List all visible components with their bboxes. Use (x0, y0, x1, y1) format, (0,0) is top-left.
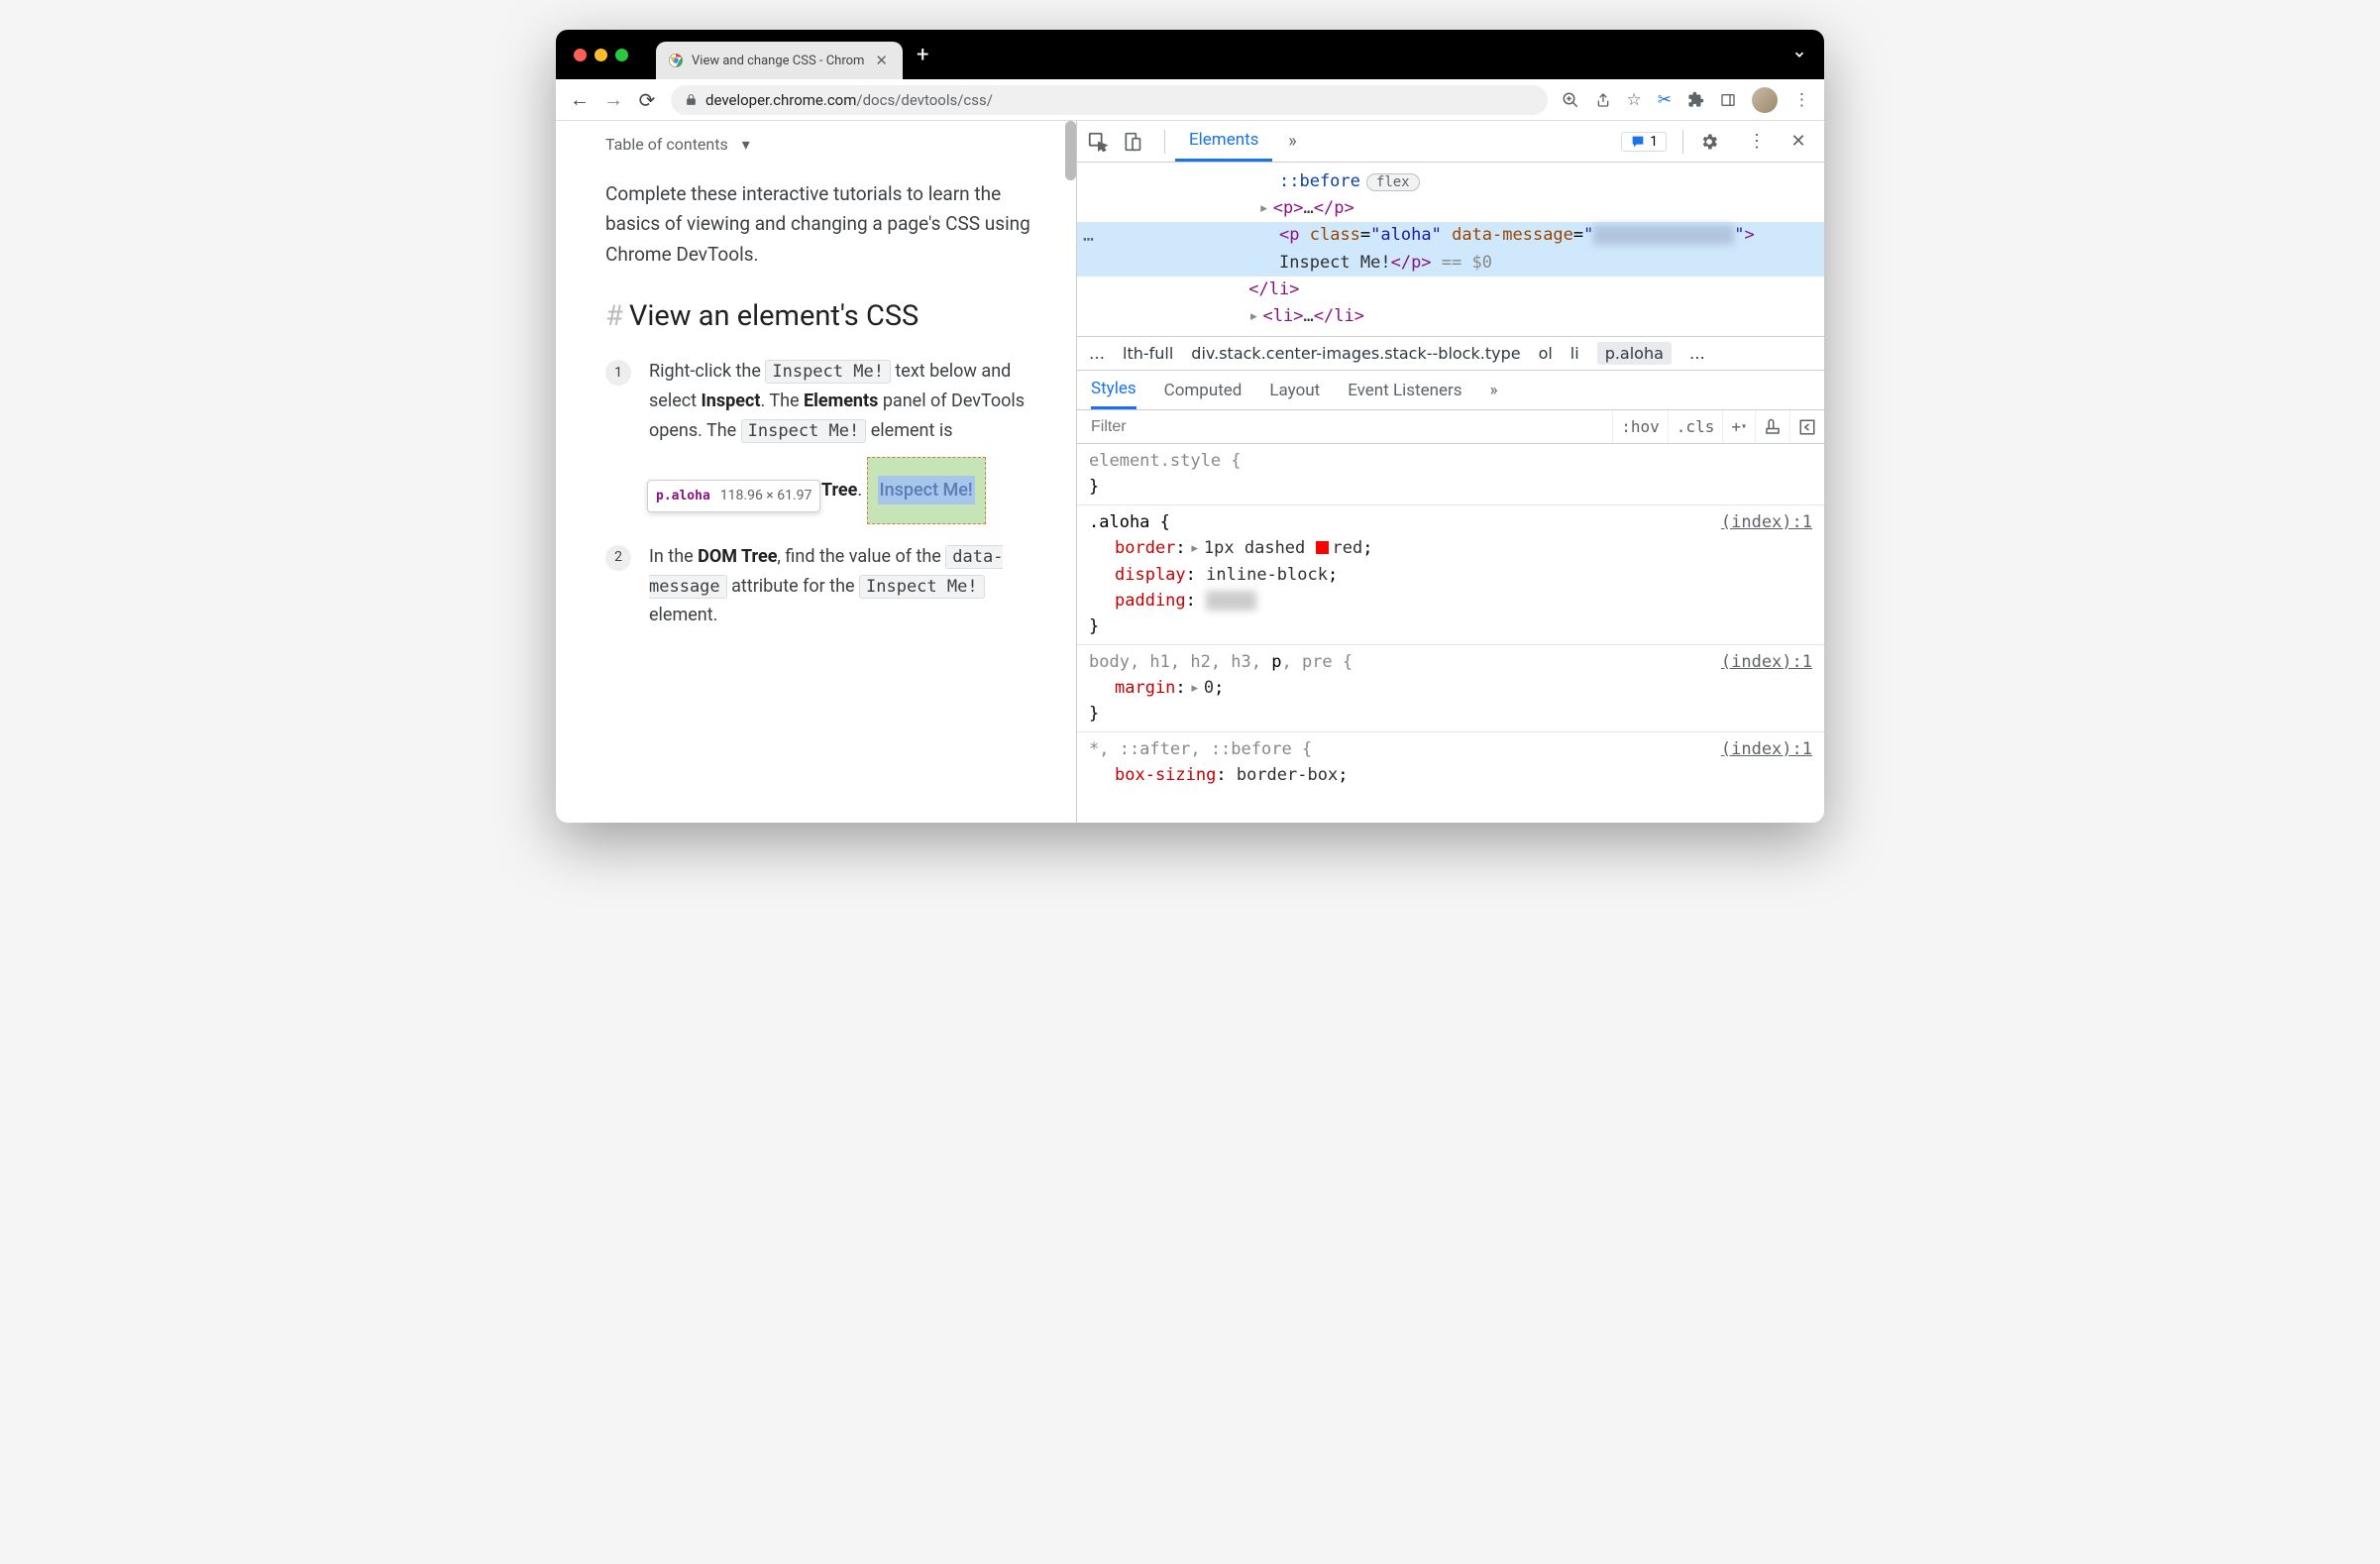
speech-icon (1630, 134, 1646, 150)
content-split: Table of contents ▾ Complete these inter… (556, 121, 1824, 823)
web-page-content: Table of contents ▾ Complete these inter… (556, 121, 1076, 823)
crumb-selected[interactable]: p.aloha (1597, 342, 1672, 365)
crumb[interactable]: ol (1539, 344, 1553, 363)
style-rule[interactable]: .aloha {(index):1 border:1px dashed red;… (1077, 505, 1824, 645)
styles-filter-bar: :hov .cls +▾ (1077, 410, 1824, 444)
hov-toggle[interactable]: :hov (1612, 410, 1668, 443)
kebab-icon[interactable]: ⋮ (1741, 131, 1773, 152)
tab-close-icon[interactable]: ✕ (872, 52, 891, 69)
devtools-toolbar: Elements » 1 ⋮ ✕ (1077, 121, 1824, 163)
styles-subtabs: Styles Computed Layout Event Listeners » (1077, 371, 1824, 410)
code-chip: Inspect Me! (741, 419, 867, 443)
code-chip: Inspect Me! (765, 360, 891, 384)
kebab-menu-icon[interactable]: ⋮ (1793, 90, 1810, 110)
lock-icon (685, 93, 698, 106)
toolbar-icons: ☆ ✂ ⋮ (1562, 87, 1811, 113)
inspect-tooltip: p.aloha 118.96 × 61.97 (647, 480, 820, 512)
issues-badge[interactable]: 1 (1621, 132, 1667, 152)
color-swatch[interactable] (1316, 541, 1329, 554)
zoom-window[interactable] (615, 49, 628, 61)
new-style-button[interactable]: +▾ (1722, 410, 1755, 443)
browser-tab[interactable]: View and change CSS - Chrom ✕ (656, 42, 903, 79)
close-window[interactable] (574, 49, 587, 61)
dom-tree[interactable]: ::beforeflex <p>…</p> <p class="aloha" d… (1077, 163, 1824, 337)
computed-toggle-icon[interactable] (1789, 410, 1824, 443)
reload-button[interactable]: ⟳ (637, 88, 657, 112)
url-bar[interactable]: developer.chrome.com/docs/devtools/css/ (671, 85, 1548, 115)
style-rule[interactable]: element.style { } (1077, 444, 1824, 505)
close-devtools-icon[interactable]: ✕ (1783, 131, 1814, 152)
elements-tab[interactable]: Elements (1175, 121, 1272, 162)
device-toolbar-icon[interactable] (1123, 132, 1154, 152)
extensions-icon[interactable] (1687, 91, 1704, 108)
step-number: 2 (605, 545, 631, 571)
source-link[interactable]: (index):1 (1721, 509, 1812, 535)
crumb[interactable]: li (1570, 344, 1579, 363)
inspect-element-icon[interactable] (1087, 131, 1119, 153)
titlebar: View and change CSS - Chrom ✕ + (556, 30, 1824, 79)
crumb[interactable]: … (1689, 344, 1705, 363)
step-number: 1 (605, 360, 631, 386)
section-heading: #View an element's CSS (605, 299, 1038, 333)
toc-dropdown[interactable]: Table of contents ▾ (605, 135, 1038, 154)
crumb[interactable]: … (1089, 344, 1105, 363)
settings-icon[interactable] (1699, 132, 1731, 152)
breadcrumbs[interactable]: … lth-full div.stack.center-images.stack… (1077, 337, 1824, 371)
style-rule[interactable]: body, h1, h2, h3, p, pre {(index):1 marg… (1077, 645, 1824, 732)
selected-dom-node[interactable]: <p class="aloha" data-message="xxxxxxxx"… (1077, 222, 1824, 276)
share-icon[interactable] (1595, 92, 1611, 108)
back-button[interactable]: ← (570, 87, 590, 112)
crumb[interactable]: div.stack.center-images.stack--block.typ… (1191, 344, 1520, 363)
layout-tab[interactable]: Layout (1269, 371, 1320, 409)
intro-text: Complete these interactive tutorials to … (605, 179, 1038, 270)
forward-button[interactable]: → (603, 87, 623, 112)
styles-filter-input[interactable] (1077, 410, 1612, 443)
tab-title: View and change CSS - Chrom (692, 54, 864, 68)
brush-icon[interactable] (1755, 410, 1789, 443)
url-host: developer.chrome.com (705, 91, 856, 109)
minimize-window[interactable] (595, 49, 607, 61)
new-tab-button[interactable]: + (917, 43, 928, 67)
crumb[interactable]: lth-full (1123, 344, 1173, 363)
window-menu-icon[interactable] (1792, 48, 1806, 61)
code-chip: Inspect Me! (859, 575, 985, 599)
chevron-down-icon: ▾ (742, 135, 750, 154)
sidepanel-icon[interactable] (1720, 92, 1736, 108)
chrome-favicon (668, 53, 684, 68)
more-tabs-icon[interactable]: » (1276, 131, 1308, 152)
inspect-me-element[interactable]: Inspect Me! (867, 457, 986, 524)
toc-label: Table of contents (605, 135, 728, 154)
styles-tab[interactable]: Styles (1091, 371, 1136, 409)
cls-toggle[interactable]: .cls (1668, 410, 1723, 443)
star-icon[interactable]: ☆ (1627, 90, 1642, 110)
scissors-icon[interactable]: ✂ (1658, 90, 1672, 110)
more-subtabs-icon[interactable]: » (1490, 371, 1498, 409)
devtools-panel: Elements » 1 ⋮ ✕ (1076, 121, 1824, 823)
step-2: 2 In the DOM Tree, find the value of the… (605, 542, 1038, 630)
style-rules[interactable]: element.style { } .aloha {(index):1 bord… (1077, 444, 1824, 792)
url-path: /docs/devtools/css/ (856, 91, 993, 109)
profile-avatar[interactable] (1752, 87, 1778, 113)
window-controls (574, 49, 628, 61)
heading-hash: # (605, 299, 623, 333)
style-rule[interactable]: *, ::after, ::before {(index):1 box-sizi… (1077, 732, 1824, 793)
step-1: 1 Right-click the Inspect Me! text below… (605, 357, 1038, 524)
zoom-icon[interactable] (1562, 91, 1579, 109)
address-bar-row: ← → ⟳ developer.chrome.com/docs/devtools… (556, 79, 1824, 121)
event-listeners-tab[interactable]: Event Listeners (1348, 371, 1461, 409)
browser-window: View and change CSS - Chrom ✕ + ← → ⟳ de… (556, 30, 1824, 823)
computed-tab[interactable]: Computed (1164, 371, 1243, 409)
source-link[interactable]: (index):1 (1721, 649, 1812, 675)
tooltip-selector: p.aloha (656, 486, 710, 506)
steps-list: 1 Right-click the Inspect Me! text below… (605, 357, 1038, 630)
source-link[interactable]: (index):1 (1721, 736, 1812, 762)
tooltip-dimensions: 118.96 × 61.97 (720, 485, 812, 507)
scrollbar[interactable] (1065, 121, 1076, 180)
flex-badge[interactable]: flex (1366, 173, 1420, 191)
